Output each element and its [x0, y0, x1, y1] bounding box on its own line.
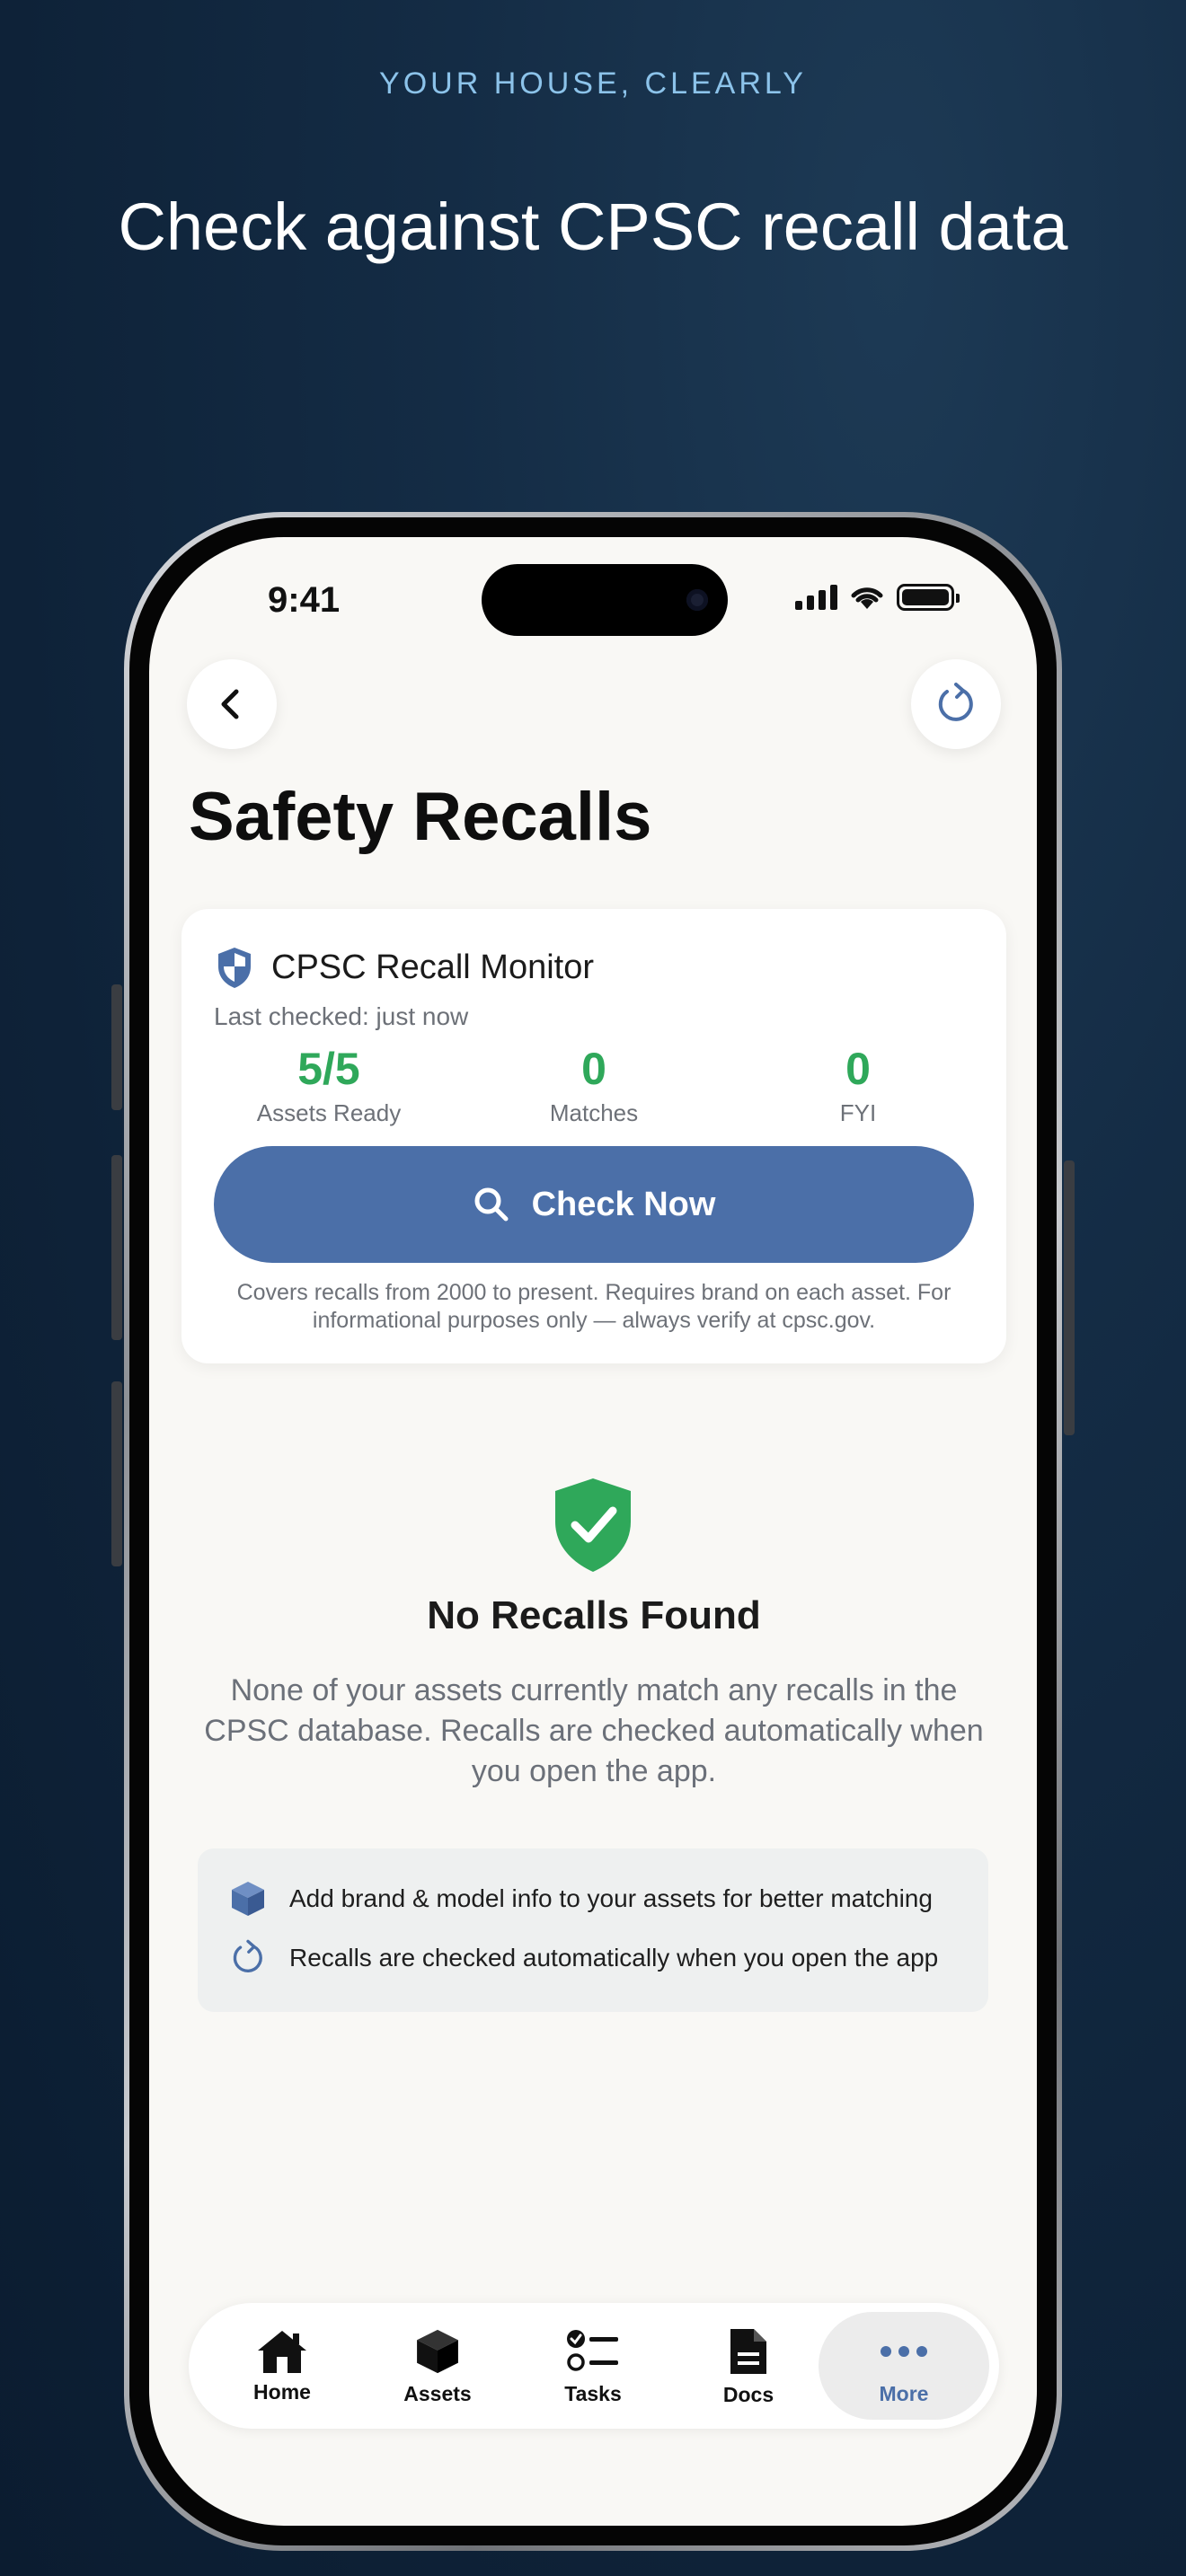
empty-state-description: None of your assets currently match any … [204, 1673, 984, 1788]
disclaimer-text: Covers recalls from 2000 to present. Req… [236, 1280, 951, 1333]
marketing-tagline: YOUR HOUSE, CLEARLY [379, 66, 807, 101]
page-title: Safety Recalls [189, 779, 652, 855]
tip-item: Recalls are checked automatically when y… [228, 1938, 938, 1978]
phone-frame: 9:41 Safety Recalls CPSC Recall Monitor … [124, 512, 1062, 2551]
phone-screen: 9:41 Safety Recalls CPSC Recall Monitor … [149, 537, 1037, 2526]
stat-value: 0 [581, 1044, 606, 1094]
refresh-button[interactable] [911, 659, 1001, 749]
stat-assets-ready: 5/5 Assets Ready [194, 1042, 464, 1127]
checklist-icon [567, 2329, 618, 2371]
tip-text: Recalls are checked automatically when y… [289, 1944, 939, 1972]
stat-value: 5/5 [297, 1044, 360, 1094]
dynamic-island [482, 564, 728, 636]
check-now-label: Check Now [531, 1185, 716, 1223]
tab-bar: Home Assets Tasks Docs More [189, 2303, 999, 2429]
tab-label: Tasks [564, 2381, 622, 2405]
search-icon [474, 1187, 509, 1222]
chevron-left-icon [221, 689, 239, 719]
volume-up-button [111, 1155, 122, 1340]
stat-label: Matches [549, 1099, 639, 1126]
wifi-icon [851, 587, 883, 609]
stat-value: 0 [845, 1044, 871, 1094]
ellipsis-icon [881, 2345, 927, 2357]
marketing-headline: Check against CPSC recall data [118, 190, 1068, 264]
tab-label: Docs [722, 2382, 774, 2406]
refresh-icon [938, 683, 973, 721]
stat-matches: 0 Matches [459, 1042, 729, 1127]
tips-box: Add brand & model info to your assets fo… [198, 1848, 988, 2012]
tab-label: More [879, 2381, 929, 2405]
tip-text: Add brand & model info to your assets fo… [289, 1884, 933, 1912]
status-time: 9:41 [268, 580, 341, 620]
tab-assets[interactable]: Assets [361, 2312, 514, 2420]
tip-item: Add brand & model info to your assets fo… [228, 1879, 933, 1919]
camera-icon [686, 589, 708, 611]
status-icons [795, 584, 960, 611]
shield-check-icon [555, 1478, 631, 1572]
refresh-icon [233, 1939, 262, 1972]
check-now-button[interactable]: Check Now [214, 1146, 974, 1263]
recall-monitor-card: CPSC Recall Monitor Last checked: just n… [181, 909, 1006, 1363]
cube-icon [417, 2329, 458, 2373]
stat-label: FYI [839, 1099, 877, 1126]
tab-more[interactable]: More [819, 2312, 989, 2420]
action-button [111, 984, 122, 1110]
card-header: CPSC Recall Monitor [214, 945, 594, 990]
phone-bezel: 9:41 Safety Recalls CPSC Recall Monitor … [129, 517, 1057, 2545]
volume-down-button [111, 1381, 122, 1566]
tab-home[interactable]: Home [206, 2312, 358, 2420]
stat-fyi: 0 FYI [723, 1042, 993, 1127]
power-button [1064, 1160, 1075, 1435]
battery-icon [897, 584, 960, 611]
document-icon [730, 2328, 766, 2374]
stat-label: Assets Ready [256, 1099, 402, 1126]
tab-label: Assets [403, 2381, 472, 2405]
last-checked-text: Last checked: just now [214, 1002, 469, 1030]
cellular-signal-icon [795, 585, 837, 610]
cube-icon [232, 1882, 264, 1916]
stats-row: 5/5 Assets Ready 0 Matches 0 FYI [214, 1042, 974, 1141]
tab-docs[interactable]: Docs [672, 2312, 825, 2420]
tab-tasks[interactable]: Tasks [517, 2312, 669, 2420]
shield-icon [218, 948, 251, 988]
tab-label: Home [253, 2379, 311, 2404]
home-icon [258, 2330, 306, 2373]
card-title: CPSC Recall Monitor [271, 948, 594, 986]
back-button[interactable] [187, 659, 277, 749]
empty-state-title: No Recalls Found [427, 1593, 761, 1637]
